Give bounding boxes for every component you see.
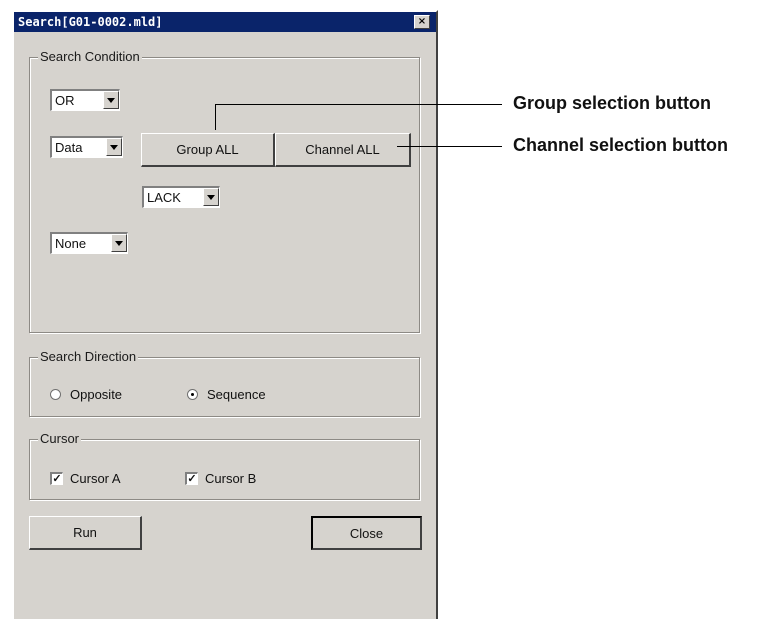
radio-opposite-label: Opposite bbox=[70, 387, 123, 402]
chevron-down-icon[interactable] bbox=[111, 234, 127, 252]
search-condition-group: Search Condition OR Data Group ALL Chann… bbox=[29, 49, 420, 333]
alarm-select[interactable]: LACK bbox=[142, 186, 220, 208]
chevron-down-icon[interactable] bbox=[106, 138, 122, 156]
alarm-select-value: LACK bbox=[147, 190, 181, 205]
radio-sequence-label: Sequence bbox=[207, 387, 266, 402]
radio-opposite-icon[interactable] bbox=[50, 389, 61, 400]
check-icon[interactable]: ✓ bbox=[185, 472, 198, 485]
search-dialog: Search[G01-0002.mld] × Search Condition … bbox=[12, 10, 438, 619]
logic-select-value: OR bbox=[55, 93, 75, 108]
window-title: Search[G01-0002.mld] bbox=[18, 15, 163, 29]
channel-selection-annotation: Channel selection button bbox=[513, 135, 729, 155]
close-button[interactable]: Close bbox=[311, 516, 422, 550]
search-direction-group: Search Direction Opposite Sequence bbox=[29, 349, 420, 417]
title-bar[interactable]: Search[G01-0002.mld] × bbox=[14, 12, 436, 32]
chevron-down-icon[interactable] bbox=[203, 188, 219, 206]
group-callout-line-vertical bbox=[215, 104, 216, 130]
type-select[interactable]: Data bbox=[50, 136, 123, 158]
extra-select[interactable]: None bbox=[50, 232, 128, 254]
search-direction-legend: Search Direction bbox=[38, 349, 139, 365]
chevron-down-icon[interactable] bbox=[103, 91, 119, 109]
close-icon[interactable]: × bbox=[414, 15, 430, 29]
search-condition-legend: Search Condition bbox=[38, 49, 142, 65]
cursor-a-label: Cursor A bbox=[70, 471, 121, 486]
type-select-value: Data bbox=[55, 140, 83, 155]
radio-sequence-icon[interactable] bbox=[187, 389, 198, 400]
group-all-button[interactable]: Group ALL bbox=[141, 133, 275, 167]
extra-select-value: None bbox=[55, 236, 87, 251]
channel-callout-line bbox=[397, 146, 502, 147]
cursor-legend: Cursor bbox=[38, 431, 82, 447]
cursor-group: Cursor ✓ Cursor A ✓ Cursor B bbox=[29, 431, 420, 500]
group-callout-line-horizontal bbox=[215, 104, 502, 105]
run-button[interactable]: Run bbox=[29, 516, 142, 550]
logic-select[interactable]: OR bbox=[50, 89, 120, 111]
group-selection-annotation: Group selection button bbox=[513, 93, 711, 113]
channel-all-button[interactable]: Channel ALL bbox=[275, 133, 411, 167]
check-icon[interactable]: ✓ bbox=[50, 472, 63, 485]
cursor-b-label: Cursor B bbox=[205, 471, 257, 486]
